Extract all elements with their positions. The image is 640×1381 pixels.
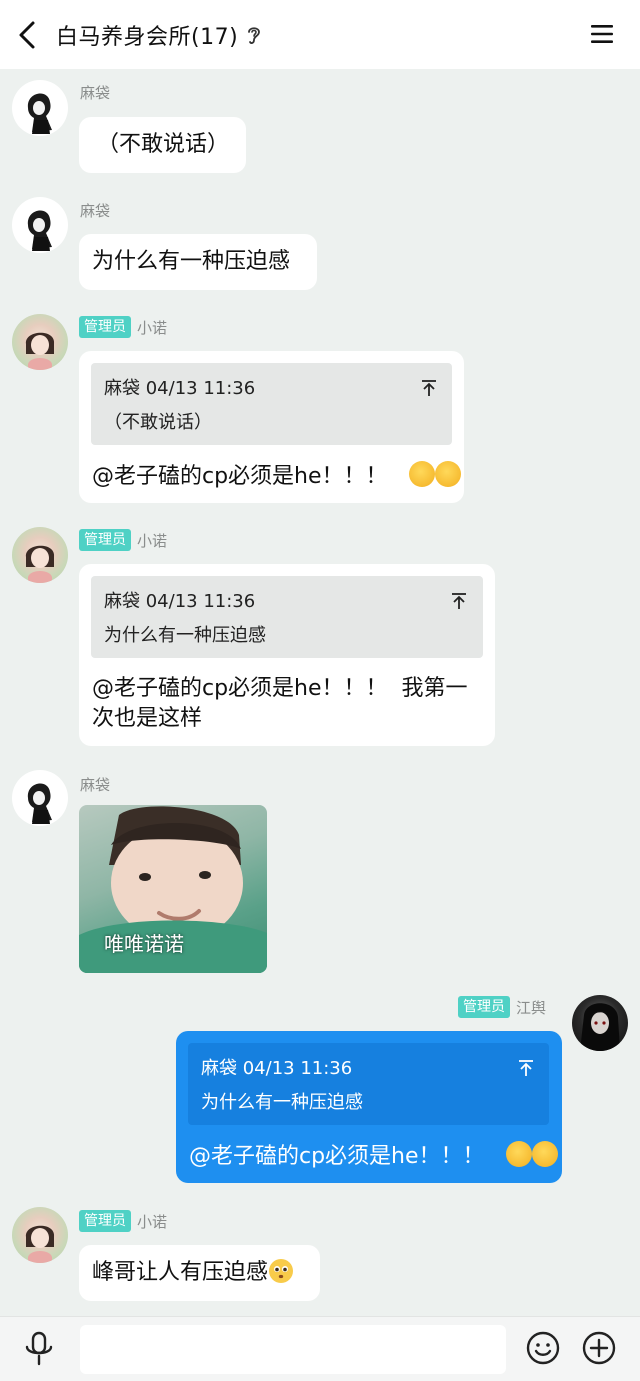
sender-name: 小诺 <box>137 531 168 550</box>
message-text: （不敢说话） <box>97 132 230 157</box>
chat-header: 白马养身会所(17) <box>0 0 640 69</box>
microphone-icon[interactable] <box>22 1331 56 1367</box>
quote-time: 04/13 11:36 <box>145 378 256 399</box>
admin-badge: 管理员 <box>79 529 131 551</box>
input-bar <box>0 1316 640 1381</box>
chat-title-group[interactable]: 白马养身会所(17) <box>56 19 262 51</box>
avatar-xiaonuo[interactable] <box>12 527 68 583</box>
avatar-self[interactable] <box>572 995 628 1051</box>
admin-badge: 管理员 <box>79 1210 131 1232</box>
menu-icon[interactable] <box>590 22 614 46</box>
sender-line: 管理员 江舆 <box>458 996 546 1018</box>
smiley-icon[interactable] <box>526 1331 560 1365</box>
sender-name: 麻袋 <box>80 84 111 102</box>
avatar-madai[interactable] <box>12 770 68 826</box>
message-text-line-1: @老子磕的cp必须是he！！！ 我第一 <box>92 676 468 701</box>
jump-to-message-icon[interactable] <box>451 592 467 610</box>
message-input[interactable] <box>80 1325 506 1374</box>
quote-text: 为什么有一种压迫感 <box>104 625 266 646</box>
quote-header: 麻袋 04/13 11:36 <box>104 374 255 404</box>
reply-quote[interactable]: 麻袋 04/13 11:36 为什么有一种压迫感 <box>91 576 483 658</box>
quote-time: 04/13 11:36 <box>242 1058 353 1079</box>
jump-to-message-icon[interactable] <box>518 1059 534 1077</box>
message-bubble-self[interactable]: 麻袋 04/13 11:36 为什么有一种压迫感 @老子磕的cp必须是he！！！ <box>176 1031 562 1183</box>
avatar-xiaonuo[interactable] <box>12 1207 68 1263</box>
sender-name: 麻袋 <box>80 776 111 794</box>
admin-badge: 管理员 <box>79 316 131 338</box>
back-icon[interactable] <box>14 19 42 51</box>
message-bubble[interactable]: 峰哥让人有压迫感 <box>79 1245 320 1301</box>
quote-text: （不敢说话） <box>104 412 212 433</box>
pleading-face-emoji-icon <box>269 1259 294 1283</box>
sender-name: 小诺 <box>137 318 168 337</box>
quote-text: 为什么有一种压迫感 <box>201 1092 363 1113</box>
sender-line: 管理员 小诺 <box>79 1210 167 1232</box>
avatar-madai[interactable] <box>12 80 68 136</box>
laughing-emoji-icon <box>408 461 435 487</box>
quote-time: 04/13 11:36 <box>145 591 256 612</box>
laughing-emoji-icon <box>505 1141 532 1167</box>
avatar-madai[interactable] <box>12 197 68 253</box>
avatar-xiaonuo[interactable] <box>12 314 68 370</box>
quote-header: 麻袋 04/13 11:36 <box>201 1054 352 1084</box>
message-text: @老子磕的cp必须是he！！！ <box>92 464 388 489</box>
sticker-image[interactable]: 唯唯诺诺 <box>79 805 267 973</box>
sender-line: 管理员 小诺 <box>79 316 167 338</box>
message-content: @老子磕的cp必须是he！！！ <box>92 461 461 492</box>
jump-to-message-icon[interactable] <box>421 379 437 397</box>
quote-author: 麻袋 <box>104 591 140 612</box>
chat-title: 白马养身会所(17) <box>56 25 239 50</box>
message-bubble[interactable]: （不敢说话） <box>79 117 246 173</box>
reply-quote[interactable]: 麻袋 04/13 11:36 为什么有一种压迫感 <box>188 1043 549 1125</box>
sender-line: 管理员 小诺 <box>79 529 167 551</box>
message-bubble[interactable]: 为什么有一种压迫感 <box>79 234 317 290</box>
quote-author: 麻袋 <box>104 378 140 399</box>
message-text-line-2: 次也是这样 <box>92 706 203 731</box>
message-text: 为什么有一种压迫感 <box>92 249 291 274</box>
sender-name: 麻袋 <box>80 202 111 220</box>
quote-header: 麻袋 04/13 11:36 <box>104 587 255 617</box>
laughing-emoji-icon <box>531 1141 558 1167</box>
sticker-caption: 唯唯诺诺 <box>104 932 184 956</box>
sender-name: 小诺 <box>137 1212 168 1231</box>
message-content: 峰哥让人有压迫感 <box>92 1258 294 1288</box>
reply-quote[interactable]: 麻袋 04/13 11:36 （不敢说话） <box>91 363 452 445</box>
quote-author: 麻袋 <box>201 1058 237 1079</box>
message-text: 峰哥让人有压迫感 <box>92 1260 269 1285</box>
message-content: @老子磕的cp必须是he！！！ <box>189 1141 558 1172</box>
message-bubble[interactable]: 麻袋 04/13 11:36 （不敢说话） @老子磕的cp必须是he！！！ <box>79 351 464 503</box>
admin-badge: 管理员 <box>458 996 510 1018</box>
laughing-emoji-icon <box>434 461 461 487</box>
sender-name: 江舆 <box>516 998 547 1017</box>
message-text: @老子磕的cp必须是he！！！ <box>189 1144 485 1169</box>
message-bubble[interactable]: 麻袋 04/13 11:36 为什么有一种压迫感 @老子磕的cp必须是he！！！… <box>79 564 495 746</box>
plus-circle-icon[interactable] <box>582 1331 616 1365</box>
ear-icon <box>248 27 261 44</box>
